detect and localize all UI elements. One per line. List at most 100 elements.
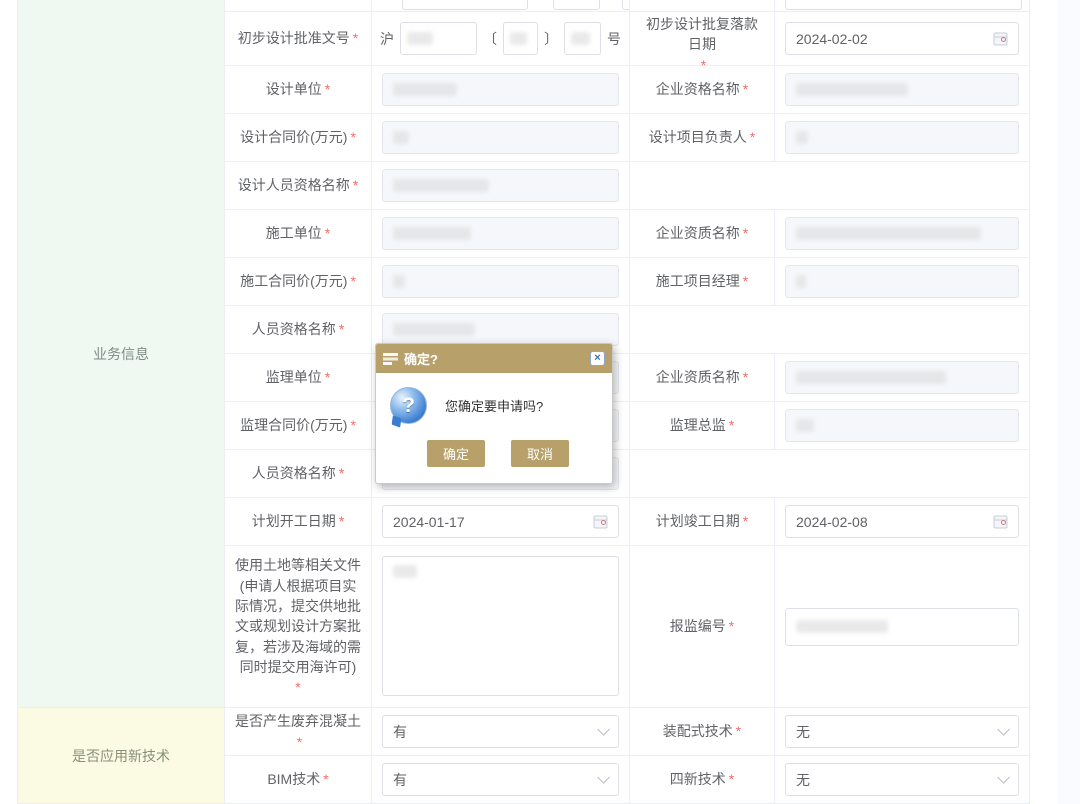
design-person-qual-input[interactable] (382, 169, 619, 202)
redacted-value (393, 131, 409, 144)
dialog-body: ? 您确定要申请吗? 确定 取消 (376, 373, 612, 483)
close-icon[interactable]: × (590, 351, 605, 366)
redacted-value (393, 83, 457, 96)
required-asterisk: * (743, 271, 748, 291)
waste-concrete-select[interactable]: 有 (382, 715, 619, 748)
truncated-input[interactable] (622, 0, 630, 10)
required-asterisk: * (750, 127, 755, 147)
required-asterisk: * (350, 271, 355, 291)
confirm-dialog: 确定? × ? 您确定要申请吗? 确定 取消 (375, 343, 613, 484)
design-price-input[interactable] (382, 121, 619, 154)
calendar-icon[interactable] (593, 514, 608, 529)
constr-price-input[interactable] (382, 265, 619, 298)
land-doc-textarea[interactable] (382, 556, 619, 696)
design-qual-input[interactable] (785, 73, 1019, 106)
required-asterisk: * (729, 769, 734, 789)
label-design-leader: 设计项目负责人* (630, 114, 775, 162)
dialog-header: 确定? × (376, 344, 612, 373)
label-four-new: 四新技术* (630, 756, 775, 804)
prefab-cell: 无 (775, 708, 1030, 756)
label-design-qual: 企业资格名称* (630, 66, 775, 114)
truncated-input[interactable] (785, 0, 1022, 10)
truncated-input[interactable] (402, 0, 528, 10)
redacted-value (796, 419, 814, 432)
doc-no-prefix: 沪 (380, 29, 394, 49)
cancel-button[interactable]: 取消 (511, 440, 569, 467)
empty-cell (630, 162, 1030, 210)
redacted-value (796, 371, 946, 384)
design-qual-cell (775, 66, 1030, 114)
label-design-person-qual: 设计人员资格名称* (225, 162, 372, 210)
label-superv-unit: 监理单位* (225, 354, 372, 402)
design-unit-input[interactable] (382, 73, 619, 106)
end-date-input[interactable]: 2024-02-08 (785, 505, 1019, 538)
calendar-icon[interactable] (993, 31, 1008, 46)
label-report-no: 报监编号* (630, 546, 775, 708)
start-date-input[interactable]: 2024-01-17 (382, 505, 619, 538)
constr-price-cell (372, 258, 630, 306)
required-asterisk: * (295, 677, 300, 697)
redacted-value (407, 32, 433, 45)
design-leader-input[interactable] (785, 121, 1019, 154)
label-waste-concrete: 是否产生废弃混凝土* (225, 708, 372, 756)
doc-no-part2-input[interactable] (503, 22, 538, 55)
chevron-down-icon (997, 723, 1010, 736)
constr-manager-input[interactable] (785, 265, 1019, 298)
start-date-cell: 2024-01-17 (372, 498, 630, 546)
required-asterisk: * (729, 616, 734, 636)
bim-select[interactable]: 有 (382, 763, 619, 796)
redacted-value (796, 620, 888, 633)
approval-date-input[interactable]: 2024-02-02 (785, 22, 1019, 55)
label-constr-manager: 施工项目经理* (630, 258, 775, 306)
label-design-unit: 设计单位* (225, 66, 372, 114)
superv-chief-input[interactable] (785, 409, 1019, 442)
doc-no-bracket-close: 〕 (544, 29, 558, 49)
design-leader-cell (775, 114, 1030, 162)
required-asterisk: * (353, 28, 358, 48)
report-no-cell (775, 546, 1030, 708)
four-new-select[interactable]: 无 (785, 763, 1019, 796)
redacted-value (796, 227, 981, 240)
constr-qual-cell (775, 210, 1030, 258)
required-asterisk: * (743, 511, 748, 531)
label-constr-unit: 施工单位* (225, 210, 372, 258)
confirm-button[interactable]: 确定 (427, 440, 485, 467)
dialog-title: 确定? (404, 349, 438, 368)
label-bim: BIM技术* (225, 756, 372, 804)
constr-person-qual-input[interactable] (382, 313, 619, 346)
truncated-input[interactable] (553, 0, 600, 10)
constr-unit-input[interactable] (382, 217, 619, 250)
redacted-value (571, 32, 590, 45)
label-land-doc: 使用土地等相关文件(申请人根据项目实际情况，提交供地批文或规划设计方案批复，若涉… (225, 546, 372, 708)
truncated-value-cell (372, 0, 630, 12)
calendar-icon[interactable] (993, 514, 1008, 529)
superv-chief-cell (775, 402, 1030, 450)
required-asterisk: * (325, 223, 330, 243)
constr-qual-input[interactable] (785, 217, 1019, 250)
redacted-value (796, 275, 806, 288)
superv-qual-input[interactable] (785, 361, 1019, 394)
redacted-value (510, 32, 527, 45)
prefab-select[interactable]: 无 (785, 715, 1019, 748)
label-prefab: 装配式技术* (630, 708, 775, 756)
land-doc-cell (372, 546, 630, 708)
bim-cell: 有 (372, 756, 630, 804)
form-icon (383, 353, 398, 365)
label-superv-person-qual: 人员资格名称* (225, 450, 372, 498)
waste-concrete-cell: 有 (372, 708, 630, 756)
report-no-input[interactable] (785, 608, 1019, 646)
section-label: 业务信息 (93, 344, 149, 364)
redacted-value (393, 275, 405, 288)
truncated-label-cell (225, 0, 372, 12)
required-asterisk: * (743, 79, 748, 99)
required-asterisk: * (729, 415, 734, 435)
label-constr-person-qual: 人员资格名称* (225, 306, 372, 354)
question-mark-icon: ? (390, 387, 427, 424)
doc-no-part3-input[interactable] (564, 22, 601, 55)
truncated-label-cell (630, 0, 775, 12)
label-design-price: 设计合同价(万元)* (225, 114, 372, 162)
design-unit-cell (372, 66, 630, 114)
redacted-value (796, 83, 908, 96)
redacted-value (393, 565, 417, 578)
doc-no-part1-input[interactable] (400, 22, 477, 55)
